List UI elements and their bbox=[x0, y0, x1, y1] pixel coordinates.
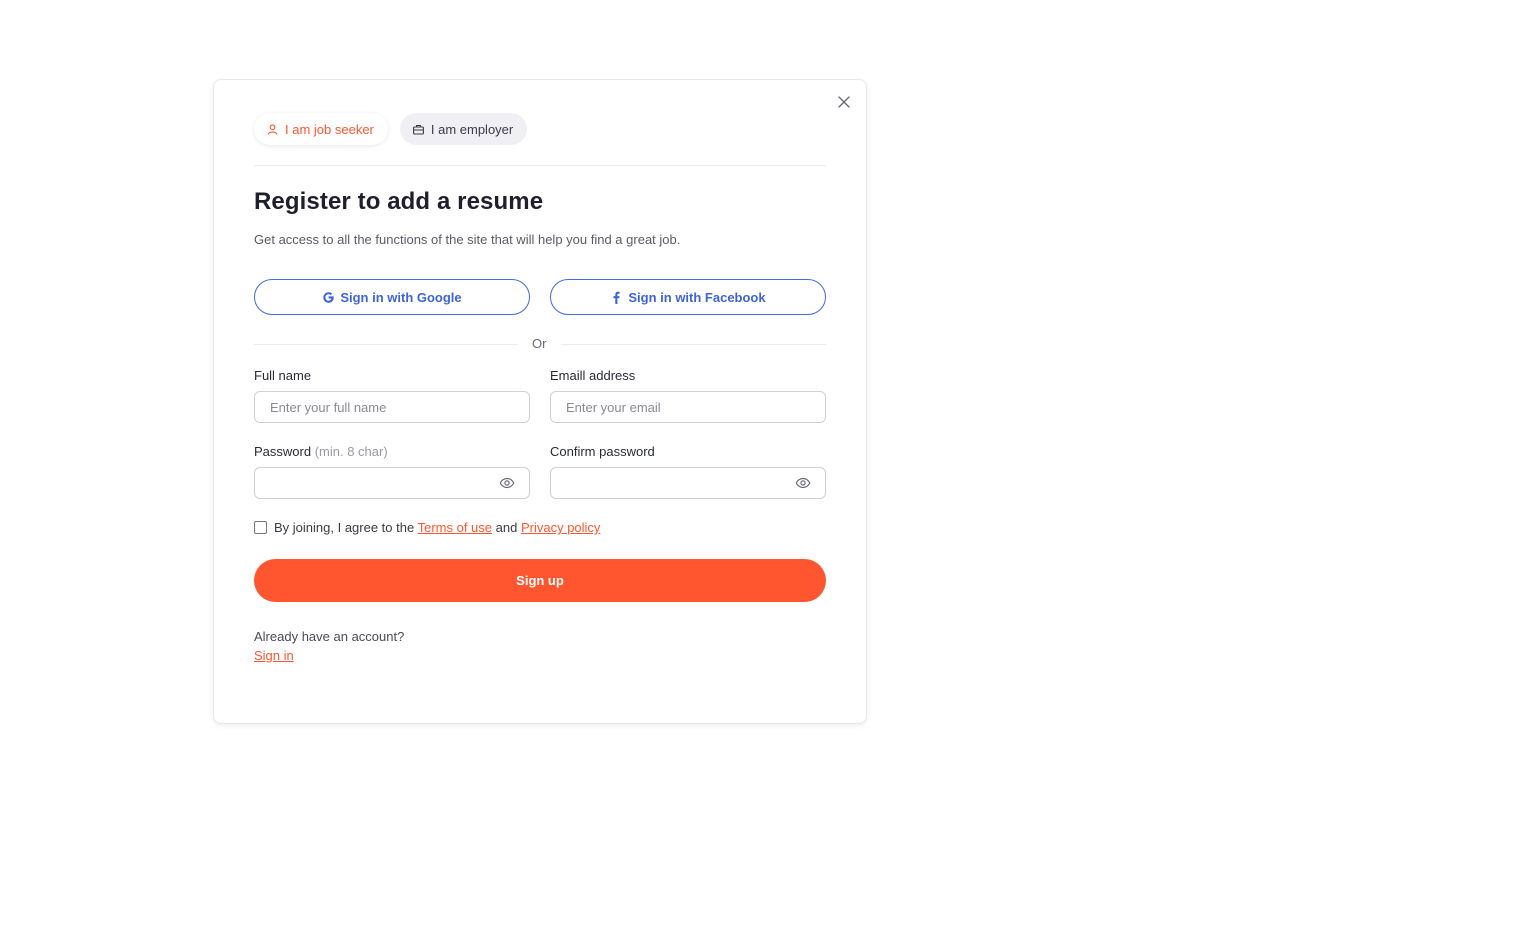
terms-consent: By joining, I agree to the Terms of use … bbox=[254, 520, 600, 535]
or-line-right bbox=[561, 344, 826, 345]
show-password-icon[interactable] bbox=[499, 476, 515, 490]
account-prompt: Already have an account? bbox=[254, 629, 405, 644]
sign-in-link[interactable]: Sign in bbox=[254, 648, 294, 663]
full-name-input[interactable] bbox=[270, 399, 514, 415]
consent-and: and bbox=[495, 520, 518, 535]
person-icon bbox=[267, 123, 278, 135]
show-confirm-password-icon[interactable] bbox=[795, 476, 811, 490]
full-name-label: Full name bbox=[254, 368, 312, 383]
or-divider: Or bbox=[254, 336, 826, 354]
google-signin-button[interactable]: Sign in with Google bbox=[254, 279, 530, 315]
email-input[interactable] bbox=[566, 399, 810, 415]
tab-job-seeker-label: I am job seeker bbox=[285, 121, 374, 137]
password-hint: (min. 8 char) bbox=[314, 444, 388, 459]
terms-checkbox[interactable] bbox=[254, 521, 267, 534]
page-subtitle: Get access to all the functions of the s… bbox=[254, 232, 681, 247]
email-field[interactable] bbox=[550, 391, 826, 423]
email-label: Emaill address bbox=[550, 368, 636, 383]
google-signin-label: Sign in with Google bbox=[340, 289, 462, 305]
facebook-signin-button[interactable]: Sign in with Facebook bbox=[550, 279, 826, 315]
divider bbox=[254, 165, 826, 166]
role-tabs: I am job seeker I am employer bbox=[254, 113, 528, 145]
tab-employer-label: I am employer bbox=[430, 121, 514, 137]
or-text: Or bbox=[532, 336, 547, 351]
consent-prefix: By joining, I agree to the bbox=[274, 520, 415, 535]
confirm-password-label: Confirm password bbox=[550, 444, 655, 459]
password-label-text: Password bbox=[254, 444, 312, 459]
facebook-signin-label: Sign in with Facebook bbox=[628, 289, 766, 305]
google-icon bbox=[322, 291, 335, 304]
password-label: Password (min. 8 char) bbox=[254, 444, 388, 459]
page-title: Register to add a resume bbox=[254, 188, 544, 215]
sign-up-button[interactable]: Sign up bbox=[254, 559, 826, 602]
privacy-policy-link[interactable]: Privacy policy bbox=[521, 520, 600, 535]
tab-employer[interactable]: I am employer bbox=[399, 113, 528, 145]
facebook-icon bbox=[610, 291, 623, 304]
password-input[interactable] bbox=[270, 475, 514, 491]
terms-of-use-link[interactable]: Terms of use bbox=[418, 520, 492, 535]
confirm-password-field[interactable] bbox=[550, 467, 826, 499]
or-line-left bbox=[254, 344, 518, 345]
close-icon bbox=[838, 96, 850, 108]
password-field[interactable] bbox=[254, 467, 530, 499]
register-modal: I am job seeker I am employer Register t… bbox=[213, 79, 867, 724]
full-name-field[interactable] bbox=[254, 391, 530, 423]
briefcase-icon bbox=[412, 124, 424, 135]
consent-text: By joining, I agree to the Terms of use … bbox=[274, 520, 600, 535]
confirm-password-input[interactable] bbox=[566, 475, 810, 491]
tab-job-seeker[interactable]: I am job seeker bbox=[254, 113, 388, 145]
close-button[interactable] bbox=[836, 94, 852, 110]
